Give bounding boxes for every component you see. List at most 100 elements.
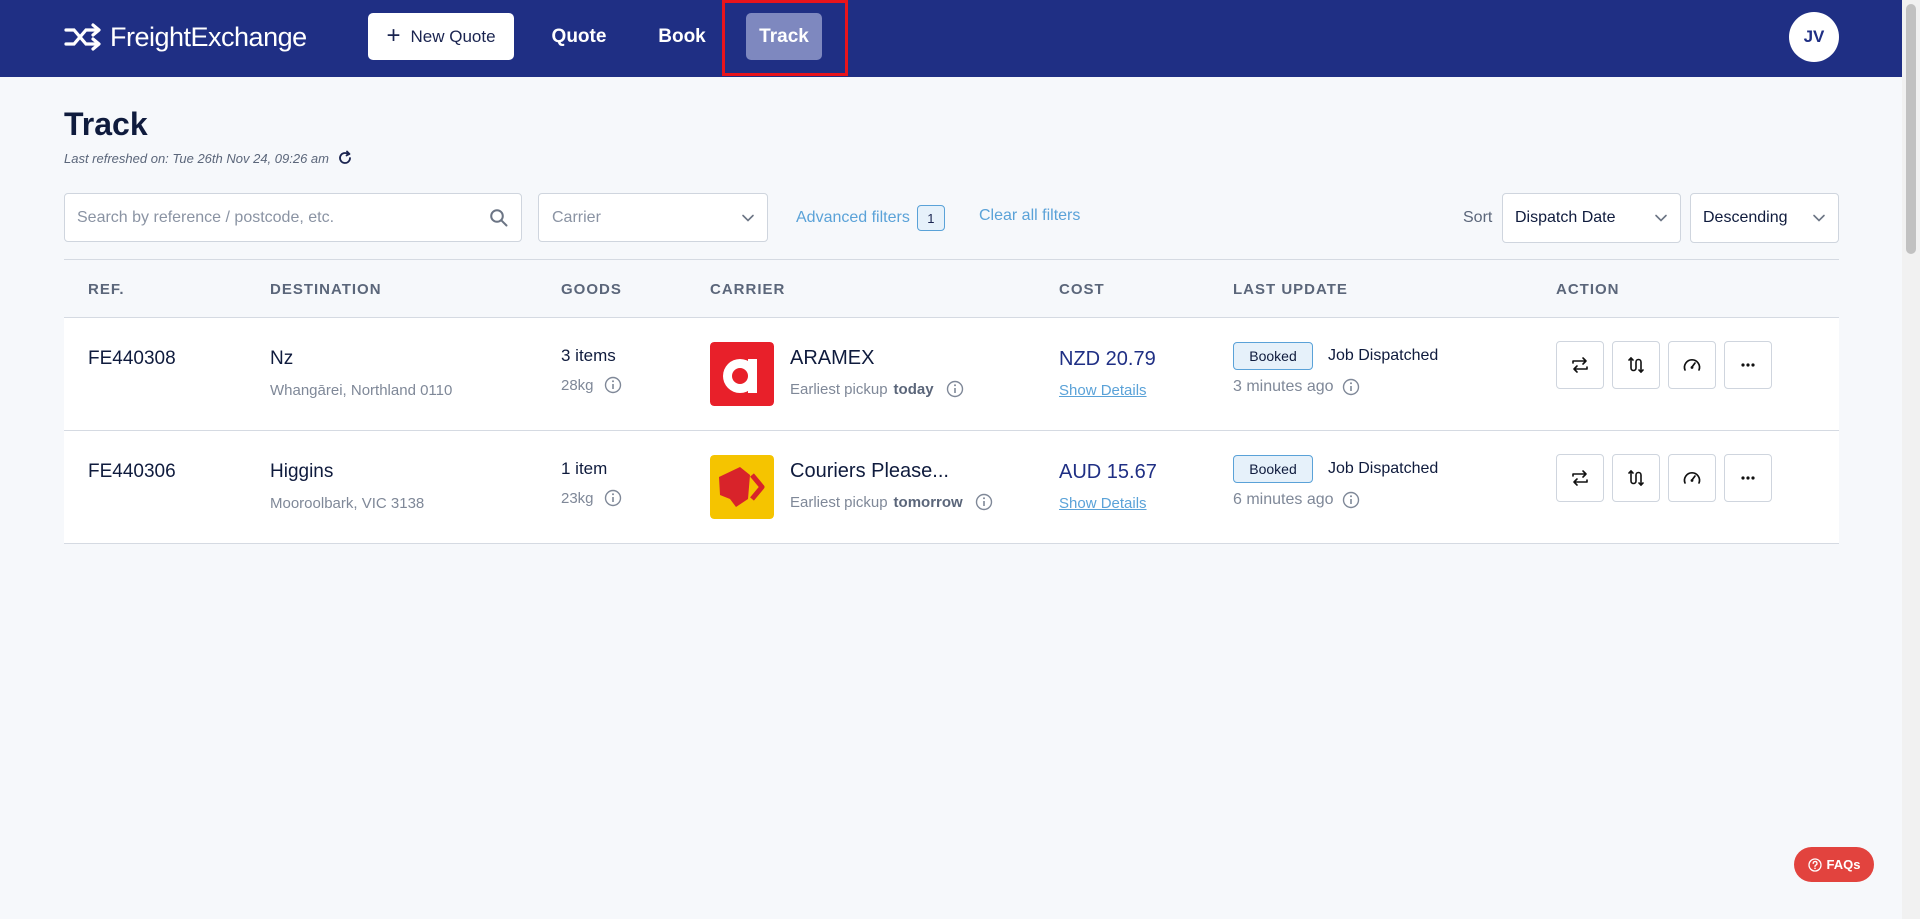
weight-text: 28kg [561, 376, 594, 394]
last-refreshed: Last refreshed on: Tue 26th Nov 24, 09:2… [64, 150, 353, 166]
speedometer-icon [1683, 472, 1701, 484]
advanced-filters-label: Advanced filters [796, 209, 910, 226]
search-icon[interactable] [489, 208, 509, 228]
info-icon[interactable] [946, 380, 964, 398]
sort-by-value: Dispatch Date [1515, 209, 1616, 226]
weight-text: 23kg [561, 489, 594, 507]
sort-label: Sort [1463, 209, 1493, 226]
more-icon [1741, 476, 1755, 480]
row-carrier-name: Couriers Please... [790, 460, 949, 482]
repeat-button[interactable] [1556, 454, 1604, 502]
table-header: REF. DESTINATION GOODS CARRIER COST LAST… [64, 259, 1839, 318]
row-goods-count: 3 items [561, 346, 616, 365]
sort-order-dropdown[interactable]: Descending [1690, 193, 1839, 243]
page-title: Track [64, 106, 148, 142]
track-speed-button[interactable] [1668, 341, 1716, 389]
repeat-button[interactable] [1556, 341, 1604, 389]
route-icon [1628, 356, 1644, 374]
route-icon [1628, 469, 1644, 487]
row-goods-weight: 23kg [561, 489, 622, 507]
sort-by-dropdown[interactable]: Dispatch Date [1502, 193, 1681, 243]
refresh-icon[interactable] [337, 150, 353, 166]
header-last-update: LAST UPDATE [1233, 281, 1348, 298]
shuffle-logo-icon [64, 23, 101, 51]
aramex-logo [710, 342, 774, 406]
couriers-please-logo [710, 455, 774, 519]
carrier-placeholder: Carrier [552, 208, 601, 226]
clear-all-filters-link[interactable]: Clear all filters [979, 207, 1080, 225]
row-ref: FE440306 [88, 461, 176, 482]
faqs-label: FAQs [1826, 857, 1861, 872]
row-pickup: Earliest pickup today [790, 380, 964, 398]
status-badge: Booked [1233, 342, 1313, 370]
header-carrier: CARRIER [710, 281, 786, 298]
row-goods-weight: 28kg [561, 376, 622, 394]
nav-book[interactable]: Book [655, 13, 709, 60]
more-icon [1741, 363, 1755, 367]
advanced-filters-link[interactable]: Advanced filters 1 [796, 205, 945, 231]
question-icon [1807, 857, 1822, 872]
chevron-down-icon [742, 214, 754, 222]
advanced-filters-count-badge: 1 [916, 205, 945, 231]
row-destination-address: Whangārei, Northland 0110 [270, 382, 453, 399]
last-refreshed-text: Last refreshed on: Tue 26th Nov 24, 09:2… [64, 150, 329, 166]
pickup-prefix: Earliest pickup [790, 380, 888, 398]
info-icon[interactable] [975, 493, 993, 511]
route-button[interactable] [1612, 341, 1660, 389]
chevron-down-icon [1655, 214, 1667, 222]
nav-track[interactable]: Track [746, 13, 822, 60]
show-details-link[interactable]: Show Details [1059, 495, 1147, 512]
row-status: Job Dispatched [1328, 460, 1439, 477]
row-carrier-name: ARAMEX [790, 347, 875, 369]
info-icon[interactable] [604, 376, 622, 394]
row-ref: FE440308 [88, 348, 176, 369]
repeat-icon [1572, 470, 1588, 486]
row-destination-address: Mooroolbark, VIC 3138 [270, 495, 425, 512]
row-cost: AUD 15.67 [1059, 461, 1157, 483]
header-cost: COST [1059, 281, 1105, 298]
user-avatar[interactable]: JV [1789, 12, 1839, 62]
repeat-icon [1572, 357, 1588, 373]
chevron-down-icon [1813, 214, 1825, 222]
info-icon[interactable] [604, 489, 622, 507]
page-scrollbar[interactable] [1902, 0, 1920, 919]
top-navigation-bar: FreightExchange + New Quote Quote Book T… [0, 0, 1902, 77]
pickup-when: today [893, 380, 934, 398]
show-details-link[interactable]: Show Details [1059, 382, 1147, 399]
more-options-button[interactable] [1724, 454, 1772, 502]
nav-quote[interactable]: Quote [548, 13, 610, 60]
updated-text: 6 minutes ago [1233, 491, 1334, 508]
freightexchange-logo[interactable]: FreightExchange [64, 20, 307, 54]
sort-order-value: Descending [1703, 209, 1788, 226]
logo-text: FreightExchange [110, 21, 307, 52]
more-options-button[interactable] [1724, 341, 1772, 389]
plus-icon: + [386, 21, 401, 49]
row-cost: NZD 20.79 [1059, 348, 1156, 370]
new-quote-button[interactable]: + New Quote [368, 13, 514, 60]
table-row[interactable]: FE440308 Nz Whangārei, Northland 0110 3 … [64, 318, 1839, 431]
pickup-prefix: Earliest pickup [790, 493, 888, 511]
row-destination-name: Nz [270, 348, 294, 369]
header-action: ACTION [1556, 281, 1620, 298]
info-icon[interactable] [1342, 378, 1360, 396]
row-goods-count: 1 item [561, 459, 608, 478]
shipments-table: REF. DESTINATION GOODS CARRIER COST LAST… [64, 259, 1839, 544]
info-icon[interactable] [1342, 491, 1360, 509]
track-speed-button[interactable] [1668, 454, 1716, 502]
table-row[interactable]: FE440306 Higgins Mooroolbark, VIC 3138 1… [64, 431, 1839, 544]
scrollbar-thumb[interactable] [1906, 4, 1916, 254]
faqs-button[interactable]: FAQs [1794, 847, 1874, 882]
status-badge: Booked [1233, 455, 1313, 483]
header-ref: REF. [88, 281, 125, 298]
carrier-dropdown[interactable]: Carrier [538, 193, 768, 242]
row-status: Job Dispatched [1328, 347, 1439, 364]
route-button[interactable] [1612, 454, 1660, 502]
search-box [64, 193, 522, 242]
row-destination-name: Higgins [270, 461, 334, 482]
row-updated: 3 minutes ago [1233, 378, 1360, 396]
updated-text: 3 minutes ago [1233, 378, 1334, 395]
new-quote-label: New Quote [410, 26, 496, 46]
pickup-when: tomorrow [893, 493, 963, 511]
search-input[interactable] [77, 194, 477, 241]
header-goods: GOODS [561, 281, 622, 298]
